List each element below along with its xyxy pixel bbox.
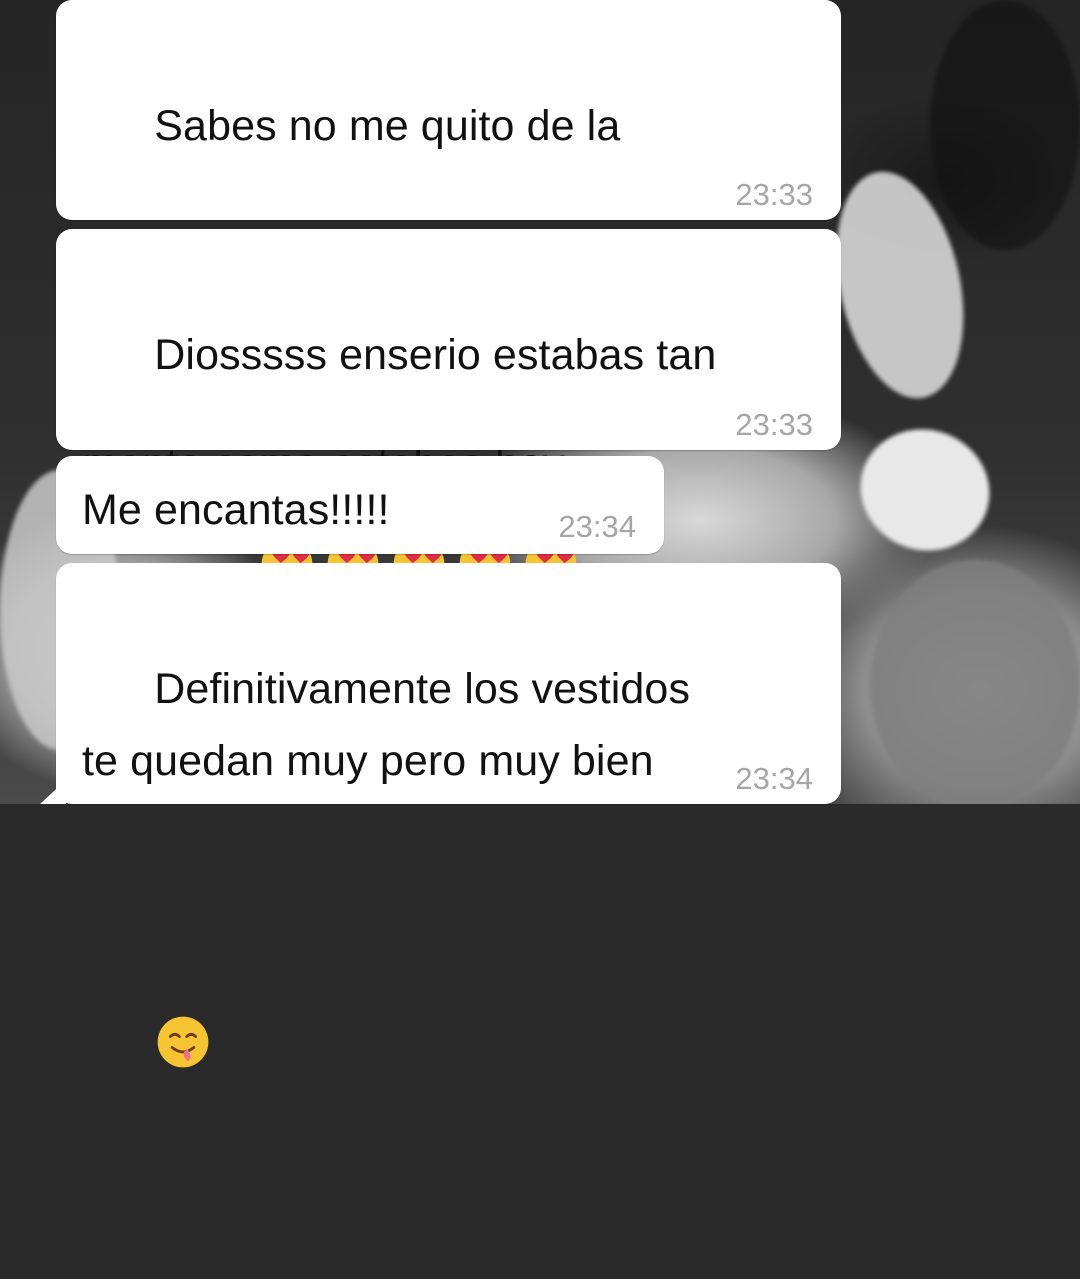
incoming-message-bubble[interactable]: Diosssss enserio estabas tan hermosa: [56, 229, 841, 717]
heart-eyes-icon: [456, 391, 514, 590]
heart-eyes-icon: [324, 391, 382, 590]
yum-face-icon: [154, 869, 212, 1068]
message-timestamp: 23:33: [735, 407, 813, 442]
incoming-message-bubble[interactable]: Definitivamente los vestidos te quedan m…: [40, 563, 841, 1068]
incoming-message-bubble[interactable]: Sabes no me quito de la mente como estab…: [56, 0, 841, 488]
message-text: Me encantas!!!!!: [82, 486, 390, 534]
message-timestamp: 23:33: [735, 177, 813, 212]
incoming-message-bubble[interactable]: Me encantas!!!!! 23:34: [56, 456, 664, 554]
heart-eyes-icon: [390, 391, 448, 590]
message-timestamp: 23:34: [735, 761, 813, 796]
message-text-content: Definitivamente los vestidos te quedan m…: [82, 665, 691, 785]
rolling-eyes-icon: [573, 162, 631, 361]
heart-eyes-icon: [258, 391, 316, 590]
heart-eyes-icon: [522, 391, 580, 590]
bubble-tail: [40, 780, 66, 804]
message-text: Definitivamente los vestidos te quedan m…: [82, 581, 815, 1279]
message-thread: Sabes no me quito de la mente como estab…: [0, 0, 1080, 1068]
message-timestamp: 23:34: [558, 509, 636, 544]
